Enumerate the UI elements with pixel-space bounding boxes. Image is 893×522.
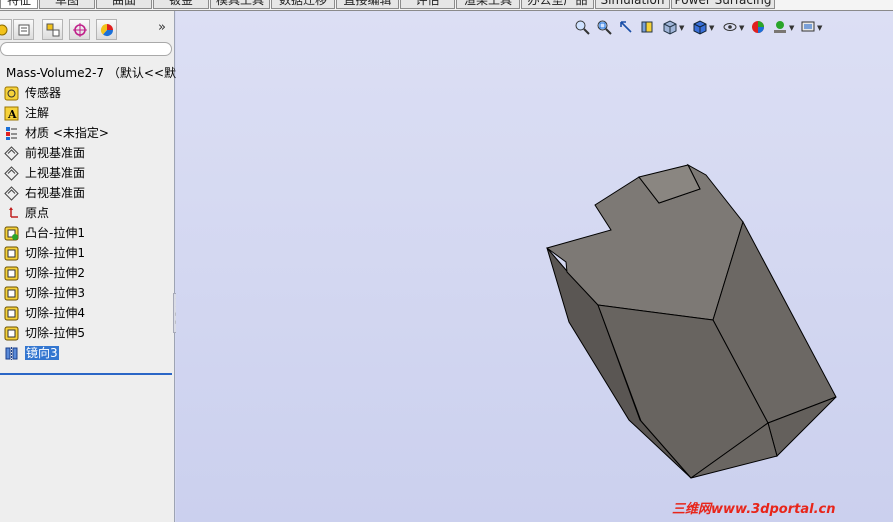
tree-item-mirror3[interactable]: 镜向3 [0,343,175,363]
tree-item-sensors[interactable]: 传感器 [0,83,175,103]
tree-item-label: 切除-拉伸3 [25,286,85,300]
configuration-manager-icon [46,23,59,36]
part-model[interactable] [176,11,893,522]
tree-item-cut-extrude4[interactable]: 切除-拉伸4 [0,303,175,323]
tree-item-label: 上视基准面 [25,166,86,180]
material-icon [6,127,17,140]
plane-icon [4,166,19,181]
tree-item-label: 切除-拉伸4 [25,306,85,320]
panel-tabs: » [0,19,175,41]
cut-extrude-icon [4,326,19,341]
display-manager-icon [100,23,113,36]
tree-item-front-plane[interactable]: 前视基准面 [0,143,175,163]
tree-item-top-plane[interactable]: 上视基准面 [0,163,175,183]
tab-simulation[interactable]: Simulation [595,0,670,9]
tab-sketch[interactable]: 草图 [39,0,95,9]
tab-power-surfacing[interactable]: Power Surfacing [671,0,775,9]
tree-item-cut-extrude3[interactable]: 切除-拉伸3 [0,283,175,303]
tab-features[interactable]: 特征 [0,0,38,9]
property-manager-tab[interactable] [13,19,34,40]
sensor-icon [4,86,19,101]
tree-item-label: 切除-拉伸1 [25,246,85,260]
tree-item-cut-extrude1[interactable]: 切除-拉伸1 [0,243,175,263]
tree-root-part[interactable]: Mass-Volume2-7 （默认<<默 [0,63,176,83]
tab-evaluate[interactable]: 评估 [400,0,455,9]
cut-extrude-icon [4,266,19,281]
dimxpert-tab[interactable] [69,19,90,40]
tree-item-label: 镜向3 [25,346,59,360]
tree-item-label: 凸台-拉伸1 [25,226,85,240]
tree-item-origin[interactable]: 原点 [0,203,175,223]
tree-item-label: 右视基准面 [25,186,86,200]
tree-item-right-plane[interactable]: 右视基准面 [0,183,175,203]
plane-icon [4,186,19,201]
tab-mold-tools[interactable]: 模具工具 [210,0,270,9]
property-manager-icon [18,24,29,35]
tree-item-label: 切除-拉伸2 [25,266,85,280]
mirror-icon [5,347,18,360]
tree-item-annotations[interactable]: A 注解 [0,103,175,123]
tab-render-tools[interactable]: 渲染工具 [456,0,520,9]
cut-extrude-icon [4,286,19,301]
tab-sheet-metal[interactable]: 钣金 [153,0,209,9]
cut-extrude-icon [4,306,19,321]
dimxpert-icon [72,22,87,37]
configuration-manager-tab[interactable] [42,19,63,40]
feature-manager-tab[interactable] [0,19,12,40]
annotation-icon: A [4,106,19,121]
tab-office-products[interactable]: 办公室产品 [521,0,594,9]
tab-direct-editing[interactable]: 直接编辑 [336,0,399,9]
tree-filter-input[interactable] [0,42,172,56]
part-name: Mass-Volume2-7 （默认<<默 [6,66,176,80]
tree-item-label: 切除-拉伸5 [25,326,85,340]
graphics-area[interactable]: ▼ ▼ ▼ ▼ ▼ 三维网www.3dportal.cn [176,11,893,522]
tree-item-material[interactable]: 材质 <未指定> [0,123,175,143]
tree-item-boss-extrude1[interactable]: 凸台-拉伸1 [0,223,175,243]
feature-manager-icon [0,24,7,35]
tree-item-label: 材质 <未指定> [25,126,109,140]
boss-extrude-icon [4,226,19,241]
tree-item-label: 传感器 [25,86,62,100]
rollback-bar[interactable] [0,373,172,375]
watermark-text: 三维网www.3dportal.cn [672,502,836,517]
tab-surfaces[interactable]: 曲面 [96,0,152,9]
tree-item-label: 注解 [25,106,50,120]
plane-icon [4,146,19,161]
tree-item-label: 原点 [25,206,50,220]
tree-item-cut-extrude5[interactable]: 切除-拉伸5 [0,323,175,343]
cut-extrude-icon [4,246,19,261]
tab-data-migration[interactable]: 数据迁移 [271,0,335,9]
tree-item-cut-extrude2[interactable]: 切除-拉伸2 [0,263,175,283]
command-manager-tabs: 特征 草图 曲面 钣金 模具工具 数据迁移 直接编辑 评估 渲染工具 办公室产品… [0,0,893,11]
display-manager-tab[interactable] [96,19,117,40]
more-tabs-button[interactable]: » [158,20,166,35]
feature-tree: Mass-Volume2-7 （默认<<默 传感器 A 注解 材质 <未指定> … [0,63,176,363]
tree-item-label: 前视基准面 [25,146,86,160]
svg-text:A: A [7,108,17,121]
feature-manager-panel: » Mass-Volume2-7 （默认<<默 传感器 A 注解 材质 <未指定… [0,11,176,522]
origin-icon [9,207,18,218]
